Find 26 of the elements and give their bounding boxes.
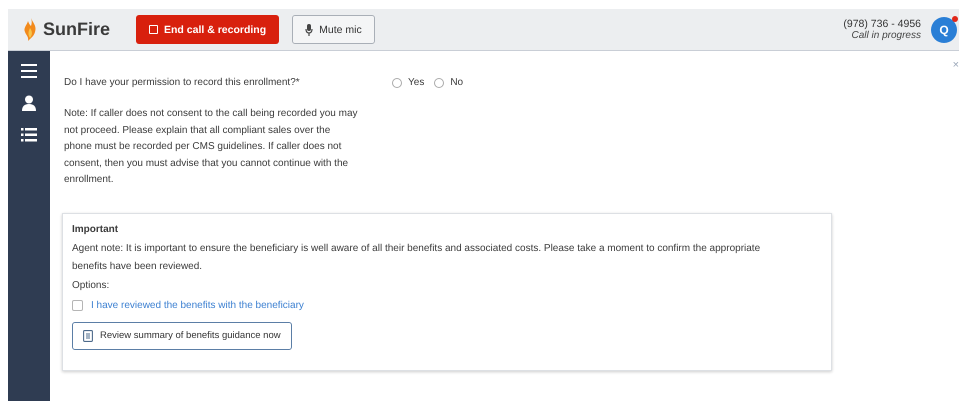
menu-icon[interactable] [21,64,37,78]
mute-button[interactable]: Mute mic [292,15,375,44]
notification-dot [952,16,958,22]
radio-circle[interactable] [434,78,444,88]
list-icon[interactable] [21,128,37,142]
checkbox-option[interactable]: I have reviewed the benefits with the beneficiary [72,300,304,310]
review-button[interactable]: Review summary of benefits guidance now [72,322,292,350]
end-call-button[interactable]: End call & recording [136,15,280,44]
phone-number: (978) 736 - 4956 [843,18,921,30]
radio-option[interactable]: Yes [392,77,424,88]
checkbox[interactable] [72,300,83,310]
options-label: Options: [72,280,110,290]
microphone-icon [305,24,314,36]
document-icon [83,330,93,342]
radio-circle[interactable] [392,78,402,88]
card-title: Important [72,224,118,234]
radio-option[interactable]: No [434,77,464,88]
agent-note: Agent note: It is important to ensure the beneficiary is well aware of all their benefits and associated costs. Please take a moment to confirm the appropriate benefits have been reviewed. [72,242,762,274]
call-status: Call in progress [852,30,921,41]
logo-text: SunFire [43,19,110,40]
note-text: Note: If caller does not consent to the call being recorded you may not proceed. Please explain that all compliant sales over the phone must be recorded per CMS guidelines. If caller does not consent, then you must advise that you cannot continue with the enrollment. [64,107,359,187]
person-icon[interactable] [22,95,36,111]
avatar[interactable]: Q [931,16,957,42]
flame-icon [22,18,38,42]
question-label: Do I have your permission to record this enrollment?* [64,77,301,88]
stop-icon [149,25,158,34]
